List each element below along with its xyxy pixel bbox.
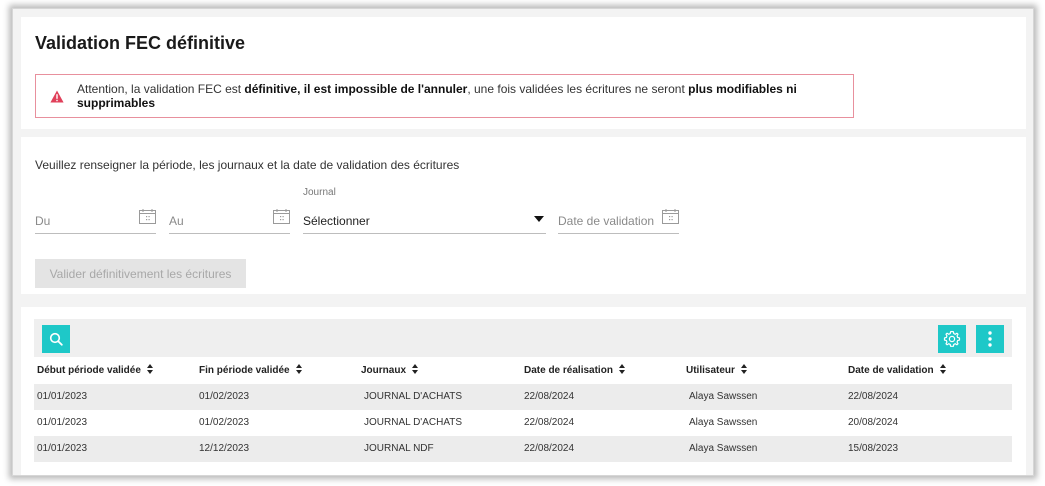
- table-cell: 22/08/2024: [524, 443, 575, 454]
- sort-icon[interactable]: [939, 364, 946, 374]
- column-header-start-period[interactable]: Début période validée: [37, 357, 153, 384]
- table-row[interactable]: 01/01/2023 01/02/2023 JOURNAL D'ACHATS 2…: [34, 384, 1012, 410]
- alert-text-part: Attention, la validation FEC est: [77, 82, 245, 96]
- table-cell: Alaya Sawssen: [689, 443, 758, 454]
- calendar-icon[interactable]: [662, 209, 679, 229]
- app-window: Validation FEC définitive Attention, la …: [12, 8, 1034, 476]
- table-cell: Alaya Sawssen: [689, 391, 758, 402]
- table-cell: 01/01/2023: [37, 391, 88, 402]
- table-cell: JOURNAL D'ACHATS: [364, 417, 463, 428]
- journal-label: Journal: [303, 187, 336, 198]
- table-cell: 20/08/2024: [848, 417, 899, 428]
- page-title: Validation FEC définitive: [35, 33, 246, 53]
- gear-icon: [943, 330, 961, 348]
- more-options-button[interactable]: [976, 325, 1004, 353]
- table-cell: JOURNAL NDF: [364, 443, 434, 454]
- table-row[interactable]: 01/01/2023 01/02/2023 JOURNAL D'ACHATS 2…: [34, 410, 1012, 436]
- more-vertical-icon: [988, 331, 992, 347]
- journal-select[interactable]: Journal Sélectionner: [303, 187, 546, 234]
- table-cell: 15/08/2023: [848, 443, 899, 454]
- warning-icon: [50, 90, 64, 103]
- table-cell: 22/08/2024: [524, 417, 575, 428]
- validation-date-field[interactable]: Date de validation: [558, 205, 679, 234]
- calendar-icon[interactable]: [273, 209, 290, 229]
- table-header: Début période validée Fin période validé…: [34, 357, 1012, 384]
- sort-icon[interactable]: [618, 364, 625, 374]
- table-cell: Alaya Sawssen: [689, 417, 758, 428]
- validation-date-placeholder: Date de validation: [558, 214, 655, 228]
- date-to-placeholder: Au: [169, 214, 184, 228]
- settings-button[interactable]: [938, 325, 966, 353]
- column-header-label: Date de validation: [848, 365, 934, 376]
- date-from-field[interactable]: Du: [35, 205, 156, 234]
- alert-message: Attention, la validation FEC est définit…: [77, 82, 853, 110]
- alert-text-part-bold: définitive, il est impossible de l'annul…: [244, 82, 468, 96]
- search-icon: [49, 332, 63, 346]
- validations-table: Début période validée Fin période validé…: [34, 357, 1012, 462]
- table-cell: 12/12/2023: [199, 443, 250, 454]
- caret-down-icon[interactable]: [534, 216, 544, 222]
- sort-icon[interactable]: [295, 364, 302, 374]
- table-cell: 01/01/2023: [37, 443, 88, 454]
- column-header-user[interactable]: Utilisateur: [686, 357, 747, 384]
- column-header-label: Début période validée: [37, 365, 141, 376]
- alert-text-part: , une fois validées les écritures ne ser…: [467, 82, 689, 96]
- column-header-completion-date[interactable]: Date de réalisation: [524, 357, 625, 384]
- date-to-field[interactable]: Au: [169, 205, 290, 234]
- sort-icon[interactable]: [146, 364, 153, 374]
- table-cell: 22/08/2024: [524, 391, 575, 402]
- column-header-end-period[interactable]: Fin période validée: [199, 357, 302, 384]
- column-header-validation-date[interactable]: Date de validation: [848, 357, 946, 384]
- journal-selected-value: Sélectionner: [303, 214, 370, 228]
- table-cell: JOURNAL D'ACHATS: [364, 391, 463, 402]
- header-card: Validation FEC définitive Attention, la …: [21, 17, 1026, 129]
- table-cell: 01/02/2023: [199, 391, 250, 402]
- table-cell: 01/01/2023: [37, 417, 88, 428]
- table-row[interactable]: 01/01/2023 12/12/2023 JOURNAL NDF 22/08/…: [34, 436, 1012, 462]
- table-cell: 22/08/2024: [848, 391, 899, 402]
- column-header-label: Date de réalisation: [524, 365, 613, 376]
- column-header-label: Fin période validée: [199, 365, 290, 376]
- validate-entries-button[interactable]: Valider définitivement les écritures: [35, 259, 246, 288]
- column-header-label: Journaux: [361, 365, 407, 376]
- sort-icon[interactable]: [412, 364, 419, 374]
- table-toolbar: [34, 319, 1012, 357]
- column-header-journals[interactable]: Journaux: [361, 357, 419, 384]
- calendar-icon[interactable]: [139, 209, 156, 229]
- sort-icon[interactable]: [740, 364, 747, 374]
- form-instructions: Veuillez renseigner la période, les jour…: [35, 158, 460, 172]
- history-card: Début période validée Fin période validé…: [21, 307, 1026, 475]
- table-cell: 01/02/2023: [199, 417, 250, 428]
- date-from-placeholder: Du: [35, 214, 51, 228]
- warning-alert: Attention, la validation FEC est définit…: [35, 74, 854, 118]
- search-button[interactable]: [42, 325, 70, 353]
- column-header-label: Utilisateur: [686, 365, 735, 376]
- validation-form: Veuillez renseigner la période, les jour…: [21, 137, 1026, 294]
